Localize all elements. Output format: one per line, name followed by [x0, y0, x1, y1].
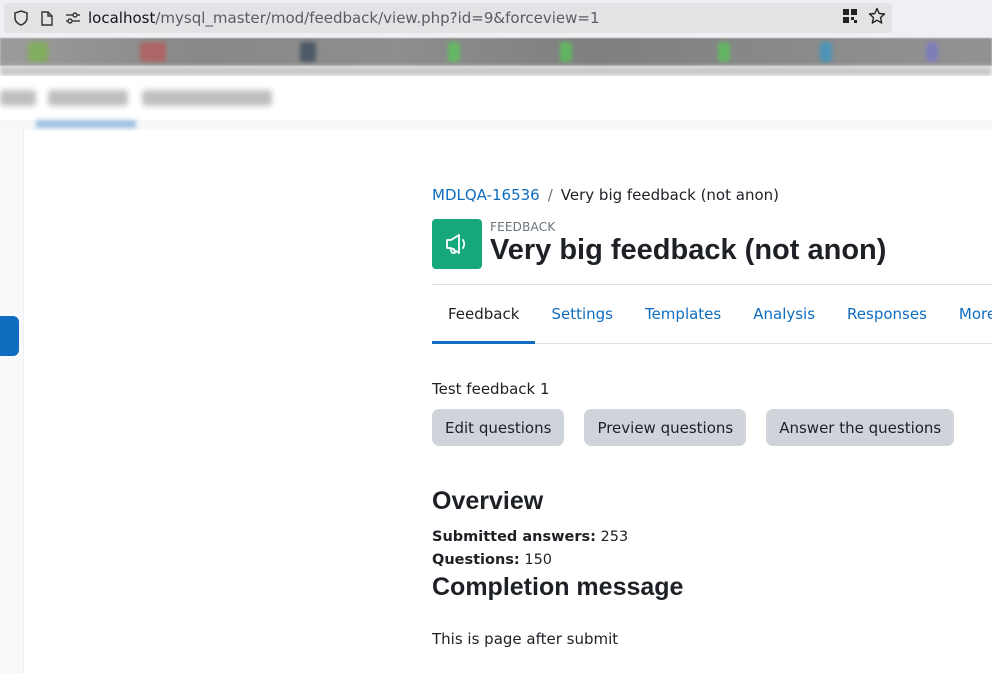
tab-label: Feedback: [448, 305, 520, 323]
questions-value: 150: [524, 552, 553, 568]
tab-label: Responses: [847, 305, 927, 323]
submitted-answers-stat: Submitted answers: 253: [432, 529, 628, 545]
bookmarks-bar: [0, 38, 992, 66]
megaphone-icon: [432, 219, 482, 269]
answer-questions-button[interactable]: Answer the questions: [766, 409, 955, 446]
drawer-toggle-button[interactable]: [0, 316, 19, 356]
toolbar-shadow: [0, 66, 992, 76]
site-nav-item[interactable]: [142, 90, 272, 106]
bookmark-star-icon[interactable]: [868, 7, 886, 29]
edit-questions-button[interactable]: Edit questions: [432, 409, 565, 446]
tab-label: Templates: [644, 305, 722, 323]
tab-more[interactable]: More: [943, 285, 992, 343]
tab-analysis[interactable]: Analysis: [737, 285, 831, 343]
overview-heading: Overview: [432, 487, 544, 515]
tab-label: More: [958, 305, 992, 323]
page-icon: [34, 3, 60, 33]
questions-stat: Questions: 150: [432, 552, 552, 568]
site-nav-item[interactable]: [0, 90, 36, 106]
secondary-navigation: Feedback Settings Templates Analysis Res…: [432, 284, 992, 344]
site-header: [0, 76, 992, 122]
submitted-answers-value: 253: [600, 529, 629, 545]
completion-message: This is page after submit: [432, 630, 619, 648]
tab-label: Analysis: [753, 305, 816, 323]
qr-code-icon[interactable]: [842, 8, 858, 28]
tab-feedback[interactable]: Feedback: [432, 285, 536, 344]
header-divider: [0, 120, 992, 130]
site-nav-item[interactable]: [48, 90, 128, 106]
action-buttons: Edit questions Preview questions Answer …: [432, 409, 955, 446]
shield-icon[interactable]: [8, 3, 34, 33]
activity-type-label: FEEDBACK: [490, 220, 556, 234]
preview-questions-button[interactable]: Preview questions: [584, 409, 747, 446]
submitted-answers-label: Submitted answers:: [432, 529, 596, 545]
breadcrumb: MDLQA-16536 / Very big feedback (not anon): [432, 186, 779, 204]
questions-label: Questions:: [432, 552, 520, 568]
tab-settings[interactable]: Settings: [535, 285, 629, 343]
breadcrumb-course-link[interactable]: MDLQA-16536: [432, 186, 540, 204]
active-nav-indicator: [36, 120, 136, 128]
breadcrumb-current: Very big feedback (not anon): [560, 186, 779, 204]
course-index-drawer: [0, 130, 24, 673]
page-title: Very big feedback (not anon): [490, 234, 887, 266]
url-host: localhost: [88, 9, 156, 27]
tab-templates[interactable]: Templates: [629, 285, 737, 343]
browser-toolbar: localhost/mysql_master/mod/feedback/view…: [0, 0, 992, 38]
tab-responses[interactable]: Responses: [831, 285, 943, 343]
permissions-icon[interactable]: [60, 3, 86, 33]
tab-label: Settings: [551, 305, 613, 323]
completion-heading: Completion message: [432, 573, 684, 601]
activity-description: Test feedback 1: [432, 380, 550, 398]
breadcrumb-separator: /: [547, 186, 553, 204]
address-bar[interactable]: localhost/mysql_master/mod/feedback/view…: [4, 3, 892, 33]
url-text[interactable]: localhost/mysql_master/mod/feedback/view…: [88, 9, 600, 27]
url-path: /mysql_master/mod/feedback/view.php?id=9…: [155, 9, 600, 27]
